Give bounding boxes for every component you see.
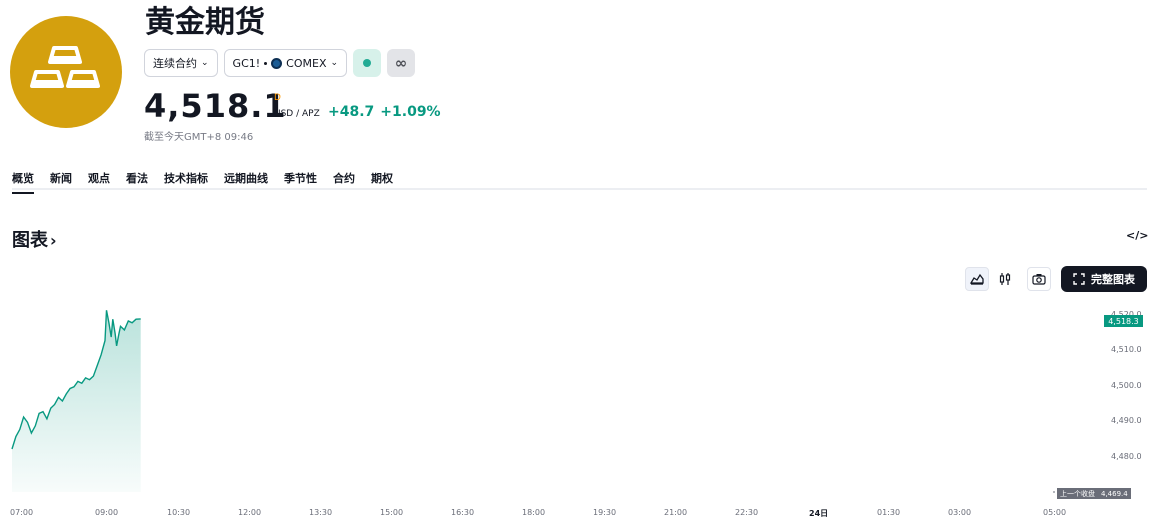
area-chart-icon <box>970 273 984 285</box>
exchange-label: COMEX <box>286 56 327 70</box>
price-unit: USD / APZ <box>274 109 320 119</box>
x-tick-label: 16:30 <box>451 508 475 517</box>
prev-close-label: 上一个收盘 <box>1060 489 1095 498</box>
x-tick-label: 22:30 <box>735 508 759 517</box>
contract-type-label: 连续合约 <box>153 57 197 70</box>
as-of-timestamp: 截至今天GMT+8 09:46 <box>144 132 254 143</box>
exchange-icon <box>271 57 283 69</box>
snapshot-button[interactable] <box>1027 267 1051 291</box>
y-tick-label: 4,510.0 <box>1111 345 1142 354</box>
x-tick-label: 07:00 <box>10 508 34 517</box>
prev-close-tag: 上一个收盘 4,469.4 <box>1057 488 1131 499</box>
gold-logo <box>10 16 122 128</box>
x-tick-label: 19:30 <box>593 508 617 517</box>
candlestick-icon <box>999 273 1011 285</box>
tabs-divider <box>12 188 1147 190</box>
full-chart-label: 完整图表 <box>1091 273 1135 286</box>
tab-seasonals[interactable]: 季节性 <box>284 170 317 194</box>
embed-code-icon[interactable]: </> <box>1126 229 1148 242</box>
fullscreen-icon <box>1073 273 1085 285</box>
candle-chart-button[interactable] <box>993 267 1017 291</box>
page-title: 黄金期货 <box>145 5 265 40</box>
chart-section-link[interactable]: 图表 › <box>12 226 57 252</box>
x-tick-label: 10:30 <box>167 508 191 517</box>
x-tick-label: 13:30 <box>309 508 333 517</box>
contract-type-dropdown[interactable]: 连续合约 ⌄ <box>144 49 218 77</box>
tab-bar: 概览 新闻 观点 看法 技术指标 远期曲线 季节性 合约 期权 <box>12 170 409 194</box>
infinity-icon: ∞ <box>394 54 408 72</box>
chart-section-title: 图表 <box>12 230 48 251</box>
change-pct: +1.09% <box>380 104 441 120</box>
symbol-controls: 连续合约 ⌄ GC1! COMEX ⌄ ∞ <box>144 49 416 77</box>
tab-forward-curve[interactable]: 远期曲线 <box>224 170 268 194</box>
x-tick-label: 12:00 <box>238 508 262 517</box>
tab-technicals[interactable]: 技术指标 <box>164 170 208 194</box>
tab-ideas[interactable]: 观点 <box>88 170 110 194</box>
x-tick-label: 18:00 <box>522 508 546 517</box>
tab-news[interactable]: 新闻 <box>50 170 72 194</box>
chevron-down-icon: ⌄ <box>330 58 339 68</box>
y-tick-label: 4,480.0 <box>1111 452 1142 461</box>
chevron-right-icon: › <box>50 231 57 250</box>
tab-contracts[interactable]: 合约 <box>333 170 355 194</box>
y-tick-label: 4,490.0 <box>1111 416 1142 425</box>
camera-icon <box>1032 274 1046 285</box>
x-tick-label: 24日 <box>809 509 829 518</box>
last-price: 4,518.1 <box>144 87 287 125</box>
tab-opinions[interactable]: 看法 <box>126 170 148 194</box>
gold-bars-icon <box>30 46 100 88</box>
market-open-indicator[interactable] <box>353 49 382 77</box>
x-tick-label: 21:00 <box>664 508 688 517</box>
x-tick-label: 05:00 <box>1043 508 1067 517</box>
full-chart-button[interactable]: 完整图表 <box>1061 266 1147 292</box>
tab-overview[interactable]: 概览 <box>12 170 34 194</box>
chart-style-toggle <box>965 267 1017 291</box>
current-price-tag: 4,518.3 <box>1104 315 1143 327</box>
x-tick-label: 01:30 <box>877 508 901 517</box>
compare-button[interactable]: ∞ <box>387 49 416 77</box>
prev-close-value: 4,469.4 <box>1101 489 1128 498</box>
x-tick-label: 03:00 <box>948 508 972 517</box>
symbol-dropdown[interactable]: GC1! COMEX ⌄ <box>223 49 348 77</box>
change-abs: +48.7 <box>328 104 375 120</box>
delayed-flag: D <box>274 93 281 103</box>
y-tick-label: 4,500.0 <box>1111 381 1142 390</box>
tab-options[interactable]: 期权 <box>371 170 393 194</box>
price-change: +48.7 +1.09% <box>328 104 447 120</box>
live-dot-icon <box>363 59 372 67</box>
symbol-label: GC1! <box>232 56 261 70</box>
price-area-fill <box>12 310 141 492</box>
price-chart[interactable] <box>0 300 1153 524</box>
x-tick-label: 15:00 <box>380 508 404 517</box>
symbol-header: 黄金期货 连续合约 ⌄ GC1! COMEX ⌄ ∞ 4,518.1 D USD… <box>10 6 1150 146</box>
separator-dot <box>264 61 268 65</box>
x-tick-label: 09:00 <box>95 508 119 517</box>
chevron-down-icon: ⌄ <box>201 58 209 68</box>
area-chart-button[interactable] <box>965 267 989 291</box>
